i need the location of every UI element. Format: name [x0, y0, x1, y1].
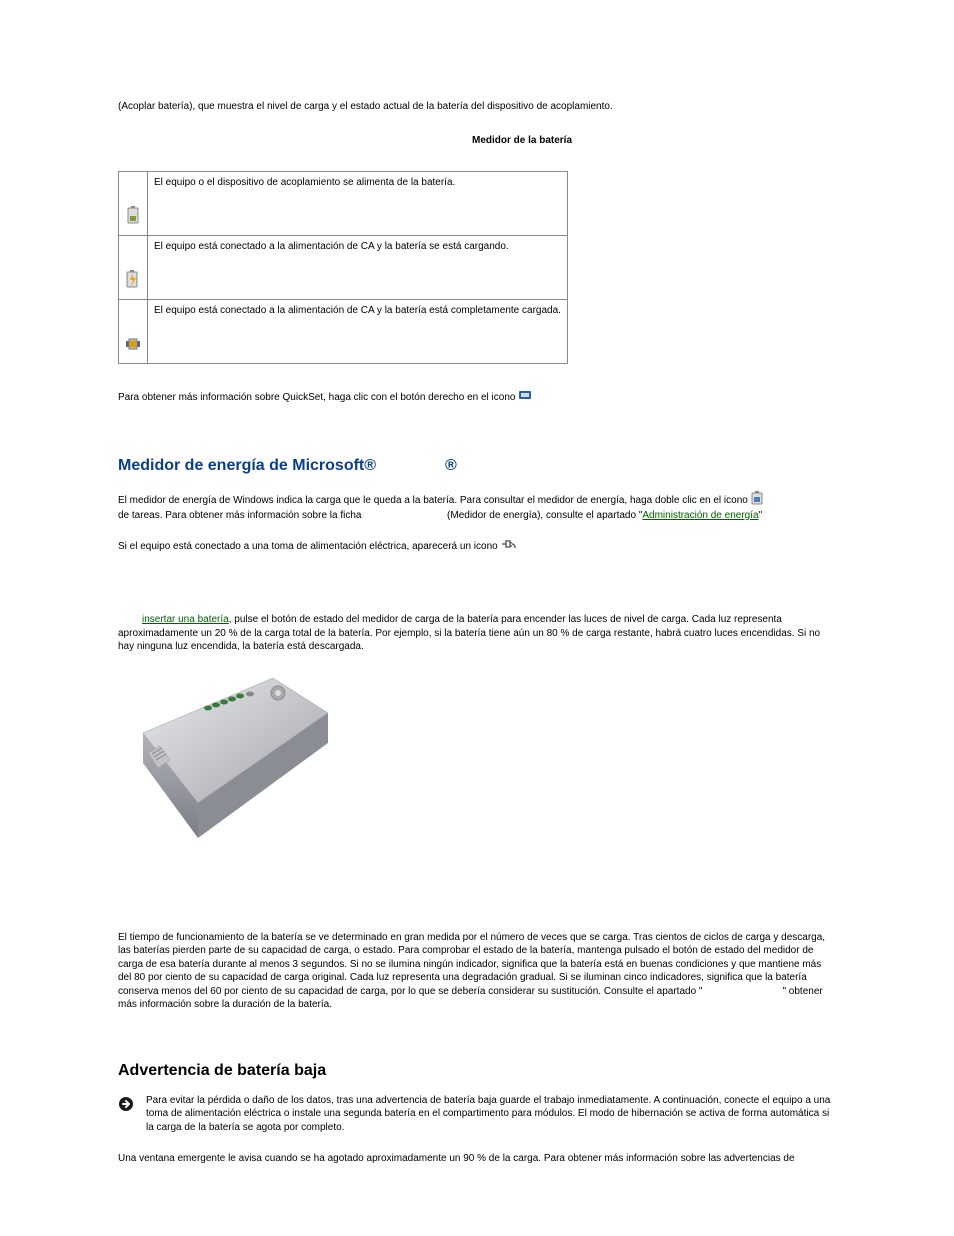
heading-low-battery: Advertencia de batería baja: [118, 1062, 836, 1080]
plug-icon: [500, 537, 518, 556]
table-cell-text: El equipo o el dispositivo de acoplamien…: [148, 172, 568, 236]
battery-photo: [118, 668, 836, 871]
table-cell-text: El equipo está conectado a la alimentaci…: [148, 236, 568, 300]
text-span: Si el equipo está conectado a una toma d…: [118, 540, 498, 551]
intro-text: (Acoplar batería), que muestra el nivel …: [118, 100, 836, 114]
battery-icon-cell: [119, 172, 148, 236]
quickset-info: Para obtener más información sobre Quick…: [118, 388, 836, 407]
plug-para: Si el equipo está conectado a una toma d…: [118, 537, 836, 556]
text-span: (Medidor de energía), consulte el aparta…: [447, 510, 642, 521]
battery-charging-icon: [125, 270, 141, 288]
quickset-icon: [518, 388, 532, 407]
battery-full-icon: [125, 336, 141, 352]
heading-part-a: Medidor de energía de Microsoft®: [118, 457, 376, 474]
heading-power-meter: Medidor de energía de Microsoft® ®: [118, 457, 836, 475]
windows-meter-para-1: El medidor de energía de Windows indica …: [118, 491, 836, 523]
final-para: Una ventana emergente le avisa cuando se…: [118, 1152, 836, 1166]
text-span: El tiempo de funcionamiento de la baterí…: [118, 932, 825, 997]
battery-full-icon-cell: [119, 300, 148, 364]
table-row: El equipo está conectado a la alimentaci…: [119, 300, 568, 364]
text-span: de tareas. Para obtener más información …: [118, 510, 361, 521]
text-span: El medidor de energía de Windows indica …: [118, 494, 748, 505]
battery-health-para: El tiempo de funcionamiento de la baterí…: [118, 931, 836, 1012]
battery-charging-icon-cell: [119, 236, 148, 300]
table-caption: Medidor de la batería: [118, 134, 836, 148]
battery-meter-table: El equipo o el dispositivo de acoplamien…: [118, 171, 568, 364]
text-span: ": [759, 510, 763, 521]
heading-part-b: ®: [445, 457, 457, 474]
notice-text: Para evitar la pérdida o daño de los dat…: [146, 1094, 836, 1135]
table-cell-text: El equipo está conectado a la alimentaci…: [148, 300, 568, 364]
notice-icon: [118, 1096, 134, 1115]
quickset-text: Para obtener más información sobre Quick…: [118, 392, 515, 403]
notice-block: Para evitar la pérdida o daño de los dat…: [118, 1094, 836, 1135]
table-row: El equipo está conectado a la alimentaci…: [119, 236, 568, 300]
table-row: El equipo o el dispositivo de acoplamien…: [119, 172, 568, 236]
battery-icon: [127, 206, 139, 224]
power-mgmt-link[interactable]: Administración de energía: [642, 510, 758, 521]
tray-battery-icon: [751, 491, 763, 510]
insert-battery-link[interactable]: insertar una batería: [142, 614, 229, 625]
charge-gauge-para: insertar una batería, pulse el botón de …: [118, 613, 836, 654]
